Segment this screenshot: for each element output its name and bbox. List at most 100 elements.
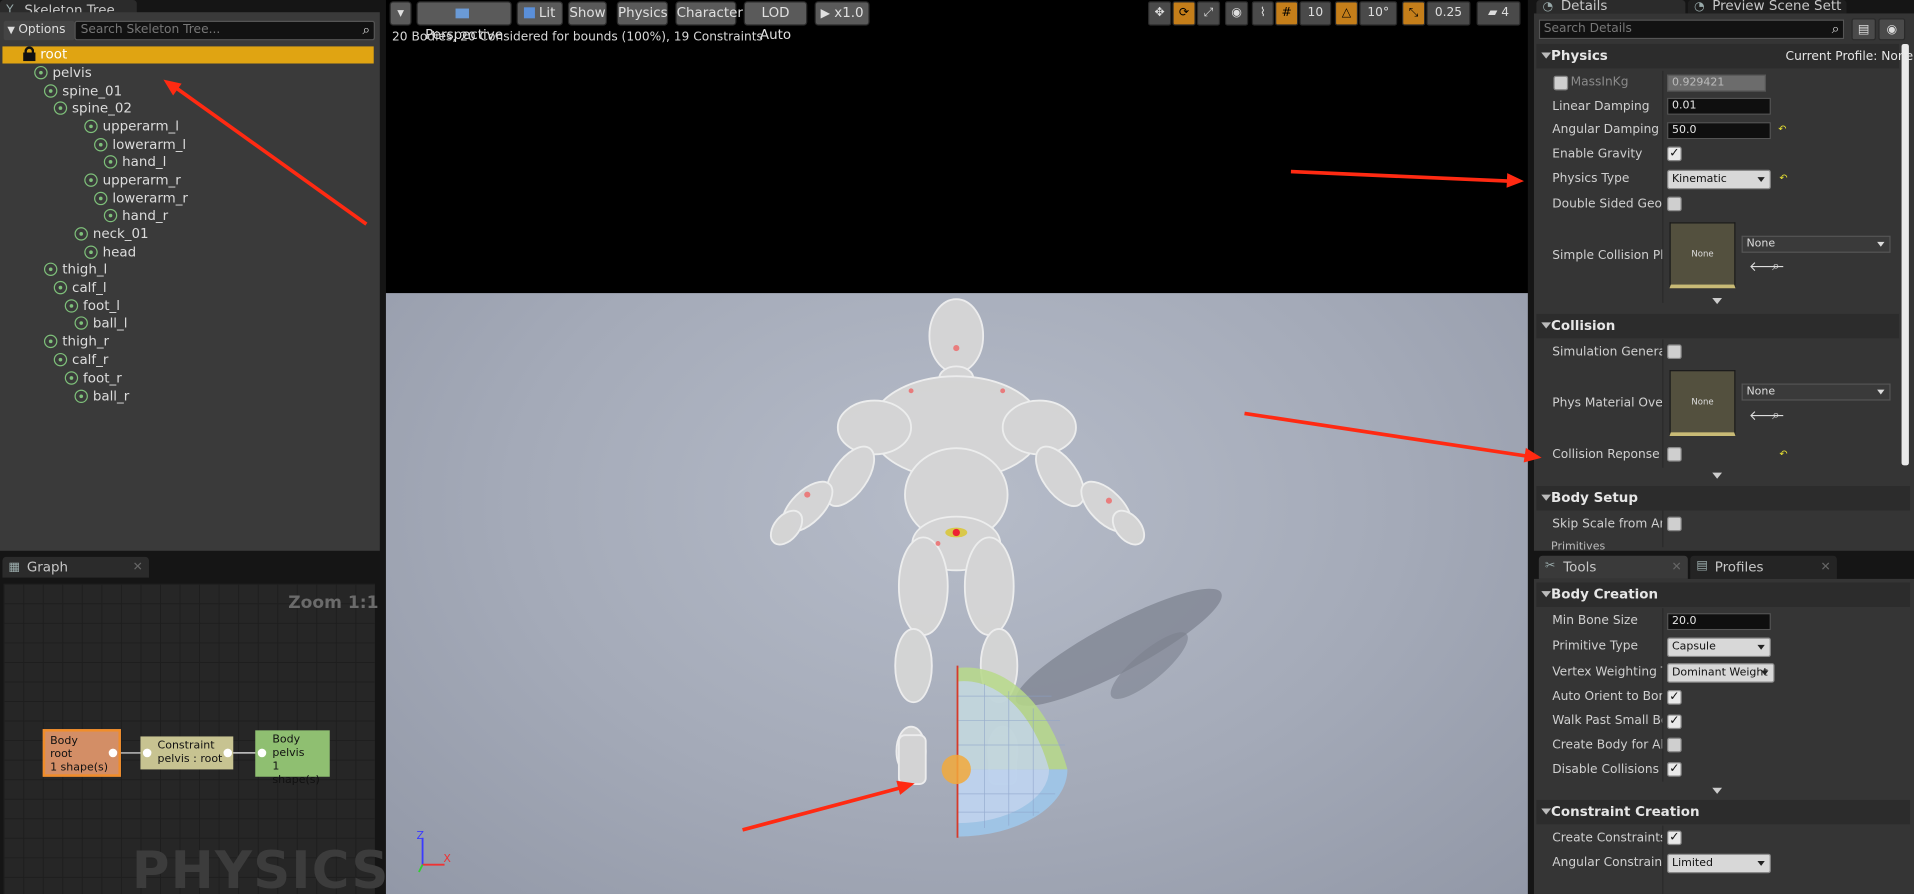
physics-button[interactable]: Physics: [616, 1, 669, 26]
simple-collision-label: Simple Collision Phys: [1552, 249, 1662, 263]
rotation-snap-icon[interactable]: △: [1334, 1, 1359, 26]
expand-advanced-icon[interactable]: [1712, 297, 1723, 305]
bone-icon: [84, 119, 98, 134]
bone-upperarm-r[interactable]: upperarm_r: [84, 171, 181, 189]
camera-speed-button[interactable]: ▰ 4: [1476, 1, 1521, 26]
reset-to-default-icon[interactable]: ↶: [1778, 124, 1788, 135]
close-icon[interactable]: ✕: [1671, 556, 1681, 579]
mass-override-checkbox[interactable]: [1553, 75, 1569, 91]
phys-material-dropdown[interactable]: None: [1741, 383, 1891, 401]
translate-icon[interactable]: ✥: [1148, 1, 1172, 26]
walk-past-small-bones-checkbox[interactable]: ✓: [1667, 714, 1682, 730]
bone-root[interactable]: root: [40, 45, 67, 63]
create-body-for-all-checkbox[interactable]: [1667, 737, 1682, 753]
bone-lowerarm-r[interactable]: lowerarm_r: [94, 189, 188, 207]
physics-type-dropdown[interactable]: Kinematic: [1667, 169, 1771, 190]
graph-pin[interactable]: [223, 748, 233, 758]
lod-button[interactable]: LOD Auto: [743, 1, 808, 43]
tab-preview-scene-settings[interactable]: ◔ Preview Scene Sett: [1687, 0, 1847, 14]
browse-search-icon[interactable]: ⌕: [1772, 258, 1780, 275]
scale-icon[interactable]: ⤢: [1196, 1, 1221, 26]
phys-material-thumbnail[interactable]: None: [1669, 370, 1736, 437]
primitives-row[interactable]: Primitives: [1536, 539, 1910, 551]
tab-details[interactable]: ◔ Details: [1536, 0, 1686, 14]
character-button[interactable]: Character: [675, 1, 743, 26]
skip-scale-checkbox[interactable]: [1667, 516, 1682, 532]
bone-spine-02[interactable]: spine_02: [53, 99, 132, 117]
enable-gravity-checkbox[interactable]: ✓: [1667, 146, 1682, 162]
collision-response-checkbox[interactable]: [1667, 446, 1682, 462]
linear-damping-field[interactable]: 0.01: [1667, 97, 1771, 115]
bone-calf-r[interactable]: calf_r: [53, 351, 108, 369]
play-speed-button[interactable]: ▶ x1.0: [814, 1, 870, 26]
close-icon[interactable]: ✕: [133, 557, 143, 579]
reset-to-default-icon[interactable]: ↶: [1779, 449, 1789, 459]
close-icon[interactable]: ✕: [1820, 556, 1830, 579]
visibility-eye-icon[interactable]: ◉: [1878, 18, 1906, 41]
simple-collision-thumbnail[interactable]: None: [1669, 222, 1736, 289]
graph-node-constraint[interactable]: Constraint pelvis : root: [140, 736, 234, 770]
bone-neck-01[interactable]: neck_01: [74, 225, 149, 243]
simulation-generates-checkbox[interactable]: [1667, 344, 1682, 360]
surface-snap-icon[interactable]: ⌇: [1251, 1, 1274, 26]
mass-field[interactable]: 0.929421: [1667, 74, 1766, 92]
bone-lowerarm-l[interactable]: lowerarm_l: [94, 136, 186, 154]
auto-orient-checkbox[interactable]: ✓: [1667, 690, 1682, 705]
bone-foot-r[interactable]: foot_r: [64, 369, 122, 387]
bone-ball-l[interactable]: ball_l: [74, 314, 128, 332]
scale-snap-icon[interactable]: ⤡: [1402, 1, 1426, 26]
primitive-type-dropdown[interactable]: Capsule: [1667, 637, 1771, 658]
vertex-weighting-dropdown[interactable]: Dominant Weight: [1667, 663, 1775, 683]
collision-section-header[interactable]: Collision: [1536, 313, 1900, 339]
bone-hand-r[interactable]: hand_r: [103, 206, 168, 224]
viewport-menu-button[interactable]: ▾: [389, 1, 412, 26]
bone-calf-l[interactable]: calf_l: [53, 278, 107, 296]
angular-constraint-mode-dropdown[interactable]: Limited: [1667, 853, 1771, 874]
details-search-input[interactable]: Search Details ⌕: [1538, 19, 1845, 40]
details-scrollbar[interactable]: [1901, 43, 1909, 466]
constraint-creation-section-header[interactable]: Constraint Creation: [1536, 799, 1911, 825]
bone-ball-r[interactable]: ball_r: [74, 387, 129, 405]
reset-to-default-icon[interactable]: ↶: [1779, 173, 1789, 183]
grid-view-icon[interactable]: ▤: [1851, 18, 1876, 41]
rotation-snap-value[interactable]: 10°: [1359, 1, 1398, 26]
bone-thigh-l[interactable]: thigh_l: [43, 260, 107, 278]
expand-advanced-icon[interactable]: [1712, 472, 1723, 479]
physics-asset-mannequin[interactable]: [386, 293, 1528, 894]
simulation-generates-label: Simulation Generates: [1552, 345, 1662, 360]
body-creation-section-header[interactable]: Body Creation: [1536, 582, 1911, 607]
bone-thigh-r[interactable]: thigh_r: [43, 332, 109, 350]
lit-button[interactable]: Lit: [516, 1, 564, 26]
expand-advanced-icon[interactable]: [1712, 787, 1723, 794]
angular-damping-field[interactable]: 50.0: [1667, 122, 1771, 140]
tab-graph[interactable]: ▦ Graph ✕: [2, 556, 149, 579]
graph-pin[interactable]: [108, 748, 118, 758]
graph-pin[interactable]: [257, 748, 267, 758]
options-dropdown[interactable]: ▼ Options: [3, 20, 75, 41]
show-button[interactable]: Show: [567, 1, 607, 26]
min-bone-size-field[interactable]: 20.0: [1667, 613, 1771, 631]
tab-tools[interactable]: ✂ Tools ✕: [1538, 555, 1688, 579]
tab-profiles[interactable]: ▤ Profiles ✕: [1690, 555, 1837, 579]
bone-pelvis[interactable]: pelvis: [34, 64, 92, 82]
grid-snap-icon[interactable]: #: [1275, 1, 1299, 26]
browse-search-icon[interactable]: ⌕: [1772, 407, 1780, 424]
world-icon[interactable]: ◉: [1224, 1, 1249, 26]
bone-foot-l[interactable]: foot_l: [64, 297, 120, 315]
skeleton-search-input[interactable]: Search Skeleton Tree... ⌕: [74, 20, 375, 41]
perspective-button[interactable]: Perspective: [416, 1, 512, 43]
graph-node-body-pelvis[interactable]: Body pelvis 1 shape(s): [255, 730, 330, 787]
bone-upperarm-l[interactable]: upperarm_l: [84, 117, 179, 135]
rotate-icon[interactable]: ⟳: [1172, 1, 1196, 26]
disable-collisions-checkbox[interactable]: ✓: [1667, 762, 1682, 777]
create-constraints-checkbox[interactable]: ✓: [1667, 830, 1682, 846]
double-sided-checkbox[interactable]: [1667, 196, 1682, 212]
grid-snap-value[interactable]: 10: [1299, 1, 1332, 26]
bone-head[interactable]: head: [84, 243, 136, 261]
graph-pin[interactable]: [142, 748, 152, 758]
simple-collision-dropdown[interactable]: None: [1741, 235, 1891, 253]
bone-hand-l[interactable]: hand_l: [103, 153, 166, 171]
body-setup-section-header[interactable]: Body Setup: [1536, 486, 1911, 511]
scale-snap-value[interactable]: 0.25: [1426, 1, 1471, 26]
bone-spine-01[interactable]: spine_01: [43, 82, 122, 100]
